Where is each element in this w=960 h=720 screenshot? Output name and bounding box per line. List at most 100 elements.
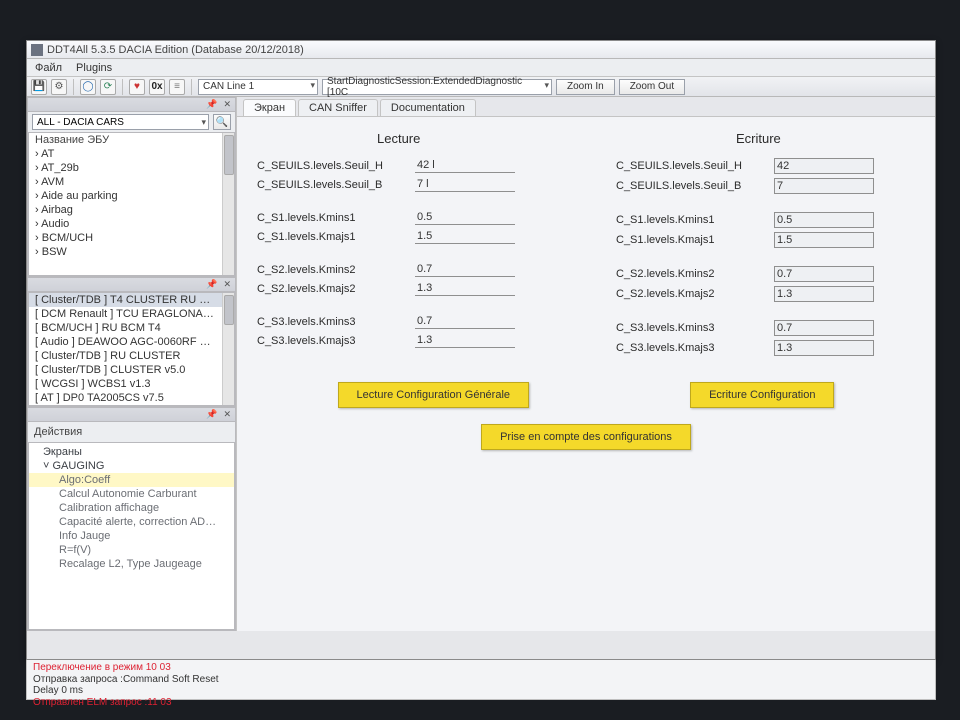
scrollbar[interactable] [222, 293, 234, 405]
close-icon[interactable]: ✕ [223, 99, 231, 110]
tab-bar: Экран CAN Sniffer Documentation [237, 97, 935, 117]
actions-pane: 📌 ✕ Действия Экраны ˅ GAUGING Algo:Coeff… [27, 407, 236, 631]
ecriture-input[interactable] [774, 232, 874, 248]
ident-item[interactable]: [ Cluster/TDB ] RU CLUSTER [29, 349, 222, 363]
separator [122, 79, 123, 95]
ecu-item[interactable]: › AVM [29, 175, 222, 189]
refresh-icon[interactable]: ⟳ [100, 79, 116, 95]
lecture-value [415, 177, 515, 192]
field-label: C_S1.levels.Kmajs1 [257, 231, 407, 243]
menu-file[interactable]: Файл [35, 62, 62, 74]
status-line: Отправка запроса :Command Soft Reset [33, 674, 929, 686]
field-label: C_SEUILS.levels.Seuil_H [257, 160, 407, 172]
field-label: C_S2.levels.Kmajs2 [257, 283, 407, 295]
apply-config-button[interactable]: Prise en compte des configurations [481, 424, 691, 450]
hex-icon[interactable]: 0x [149, 79, 165, 95]
status-bar: Переключение в режим 10 03 Отправка запр… [26, 660, 936, 700]
window-title: DDT4All 5.3.5 DACIA Edition (Database 20… [47, 44, 304, 56]
menu-plugins[interactable]: Plugins [76, 62, 112, 74]
tree-root[interactable]: Экраны [29, 445, 234, 459]
tree-item[interactable]: Capacité alerte, correction AD… [29, 515, 234, 529]
field-label: C_SEUILS.levels.Seuil_H [616, 160, 766, 172]
ecriture-input[interactable] [774, 320, 874, 336]
separator [191, 79, 192, 95]
field-label: C_SEUILS.levels.Seuil_B [257, 179, 407, 191]
ecu-list[interactable]: Название ЭБУ › AT › AT_29b › AVM › Aide … [28, 132, 235, 276]
pin-icon[interactable]: 📌 [206, 409, 217, 420]
ecu-item[interactable]: › Aide au parking [29, 189, 222, 203]
ecu-list-header: Название ЭБУ [29, 133, 222, 147]
ident-item[interactable]: [ WCGSI ] WCBS1 v1.3 [29, 377, 222, 391]
field-label: C_S1.levels.Kmins1 [616, 214, 766, 226]
save-icon[interactable]: 💾 [31, 79, 47, 95]
ecu-item[interactable]: › Airbag [29, 203, 222, 217]
ecriture-config-button[interactable]: Ecriture Configuration [690, 382, 834, 408]
tab-documentation[interactable]: Documentation [380, 99, 476, 116]
screen-page: Lecture C_SEUILS.levels.Seuil_H C_SEUILS… [237, 117, 935, 631]
search-icon[interactable]: 🔍 [213, 114, 231, 130]
lecture-title: Lecture [377, 131, 556, 146]
status-line: Delay 0 ms [33, 685, 929, 697]
ecu-item[interactable]: › BCM/UCH [29, 231, 222, 245]
ident-item[interactable]: [ AT ] DP0 TA2005CS v7.5 [29, 391, 222, 405]
list-icon[interactable]: ≡ [169, 79, 185, 95]
ident-item[interactable]: [ Cluster/TDB ] CLUSTER v5.0 [29, 363, 222, 377]
ident-list[interactable]: [ Cluster/TDB ] T4 CLUSTER RU BR v3.5 [ … [28, 292, 235, 406]
close-icon[interactable]: ✕ [223, 279, 231, 290]
lecture-value [415, 333, 515, 348]
status-line: Переключение в режим 10 03 [33, 662, 929, 674]
tree-item[interactable]: Calcul Autonomie Carburant [29, 487, 234, 501]
ecriture-input[interactable] [774, 212, 874, 228]
ecriture-input[interactable] [774, 340, 874, 356]
ident-item[interactable]: [ Cluster/TDB ] T4 CLUSTER RU BR v3.5 [29, 293, 222, 307]
tree-item[interactable]: Recalage L2, Type Jaugeage [29, 557, 234, 571]
lecture-value [415, 314, 515, 329]
titlebar: DDT4All 5.3.5 DACIA Edition (Database 20… [27, 41, 935, 59]
tree-item[interactable]: Info Jauge [29, 529, 234, 543]
can-line-select[interactable]: CAN Line 1 [198, 79, 318, 95]
zoom-out-button[interactable]: Zoom Out [619, 79, 685, 95]
scrollbar[interactable] [222, 133, 234, 275]
pin-icon[interactable]: 📌 [206, 279, 217, 290]
ecriture-input[interactable] [774, 158, 874, 174]
close-icon[interactable]: ✕ [223, 409, 231, 420]
ident-item[interactable]: [ DCM Renault ] TCU ERAGLONASS v3.4 [29, 307, 222, 321]
lecture-value [415, 229, 515, 244]
tab-can-sniffer[interactable]: CAN Sniffer [298, 99, 378, 116]
field-label: C_S1.levels.Kmins1 [257, 212, 407, 224]
ecriture-input[interactable] [774, 286, 874, 302]
ecu-item[interactable]: › BSW [29, 245, 222, 259]
ecu-item[interactable]: › AT [29, 147, 222, 161]
ecu-item[interactable]: › Audio [29, 217, 222, 231]
lecture-config-button[interactable]: Lecture Configuration Générale [338, 382, 529, 408]
tree-item[interactable]: R=f(V) [29, 543, 234, 557]
lecture-value [415, 281, 515, 296]
ecu-item[interactable]: › AT_29b [29, 161, 222, 175]
heart-icon[interactable]: ♥ [129, 79, 145, 95]
ident-item[interactable]: [ BCM/UCH ] RU BCM T4 [29, 321, 222, 335]
ident-item[interactable]: [ Audio ] DEAWOO AGC-0060RF v2.0 [29, 335, 222, 349]
field-label: C_S1.levels.Kmajs1 [616, 234, 766, 246]
tree-group[interactable]: ˅ GAUGING [29, 459, 234, 473]
zoom-in-button[interactable]: Zoom In [556, 79, 615, 95]
field-label: C_S2.levels.Kmajs2 [616, 288, 766, 300]
session-select[interactable]: StartDiagnosticSession.ExtendedDiagnosti… [322, 79, 552, 95]
lecture-value [415, 262, 515, 277]
toolbar: 💾 ⚙ ◯ ⟳ ♥ 0x ≡ CAN Line 1 StartDiagnosti… [27, 77, 935, 97]
pane-header: 📌 ✕ [28, 408, 235, 422]
gear-icon[interactable]: ⚙ [51, 79, 67, 95]
actions-title: Действия [28, 422, 235, 442]
screens-tree[interactable]: Экраны ˅ GAUGING Algo:Coeff Calcul Auton… [28, 442, 235, 630]
ecriture-input[interactable] [774, 178, 874, 194]
menu-bar: Файл Plugins [27, 59, 935, 77]
sidebar: 📌 ✕ ALL - DACIA CARS 🔍 Название ЭБУ › AT… [27, 97, 237, 631]
tree-item[interactable]: Algo:Coeff [29, 473, 234, 487]
tree-item[interactable]: Calibration affichage [29, 501, 234, 515]
connect-icon[interactable]: ◯ [80, 79, 96, 95]
ecu-filter-select[interactable]: ALL - DACIA CARS [32, 114, 209, 130]
lecture-value [415, 158, 515, 173]
tab-screen[interactable]: Экран [243, 99, 296, 116]
pin-icon[interactable]: 📌 [206, 99, 217, 110]
ecriture-input[interactable] [774, 266, 874, 282]
pane-header: 📌 ✕ [28, 278, 235, 292]
